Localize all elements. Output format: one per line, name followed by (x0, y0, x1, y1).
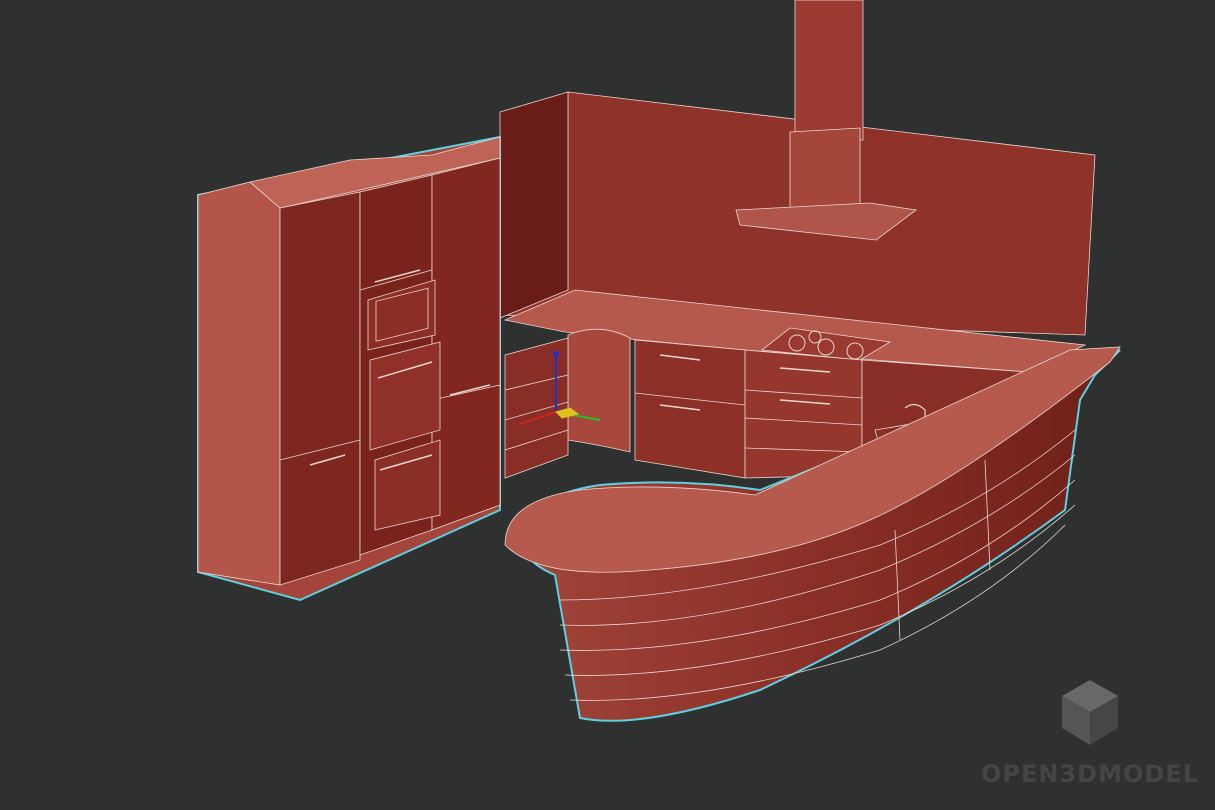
kitchen-scene (197, 0, 1121, 745)
back-wall-left[interactable] (499, 91, 569, 319)
left-drawer-stack[interactable] (504, 337, 569, 479)
watermark-text: OPEN3DMODEL (981, 760, 1199, 788)
3d-viewport[interactable]: OPEN3DMODEL (0, 0, 1215, 810)
tall-cabinet-column[interactable] (197, 135, 501, 602)
corner-curved-cabinet[interactable] (567, 328, 631, 453)
built-in-oven[interactable] (367, 279, 441, 531)
cube-logo-icon (1062, 680, 1118, 745)
